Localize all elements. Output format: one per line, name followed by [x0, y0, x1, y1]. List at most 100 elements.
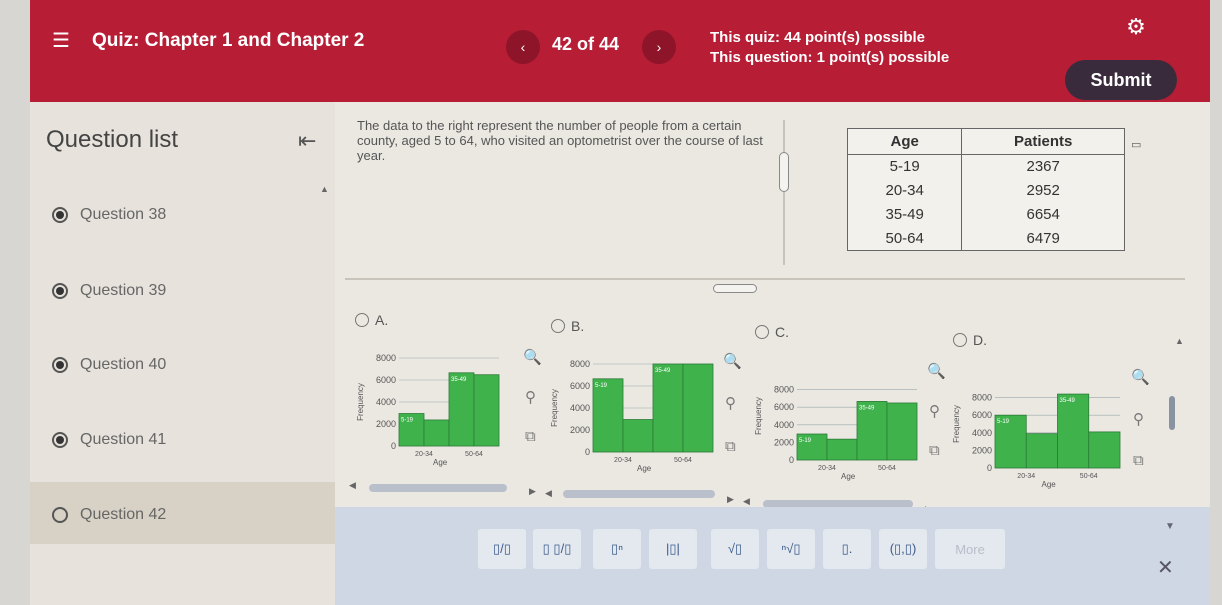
- zoom-in-icon[interactable]: 🔍: [723, 352, 742, 370]
- popout-icon[interactable]: ⧉: [725, 438, 736, 455]
- sidebar-item-question-42[interactable]: Question 42: [52, 500, 166, 530]
- question-list-sidebar: Question list ⇤ ▲ Question 38 Question 3…: [30, 102, 335, 605]
- y-tick-label: 2000: [376, 419, 396, 429]
- popout-icon[interactable]: ⧉: [929, 442, 940, 459]
- y-axis-label: Frequency: [550, 389, 559, 427]
- popout-icon[interactable]: ⧉: [1133, 452, 1144, 469]
- exponent-button[interactable]: ▯ⁿ: [593, 529, 641, 569]
- math-input-toolbar: ▼ ▯/▯ ▯ ▯/▯ ▯ⁿ |▯| √▯ ⁿ√▯ ▯. (▯,▯) More …: [335, 507, 1210, 605]
- question-panel: The data to the right represent the numb…: [335, 102, 1210, 605]
- bar: [826, 438, 858, 461]
- close-icon[interactable]: ✕: [1157, 555, 1174, 580]
- scroll-down-icon[interactable]: ▼: [1165, 521, 1175, 532]
- option-radio[interactable]: [355, 313, 369, 327]
- x-tick-label: 20-34: [818, 465, 836, 472]
- sidebar-item-label: Question 42: [80, 506, 167, 523]
- option-a-scrollbar[interactable]: [369, 484, 507, 492]
- x-tick-label: 20-34: [415, 451, 433, 458]
- y-tick-label: 6000: [774, 402, 794, 412]
- bar-label: 5-19: [401, 418, 414, 424]
- scroll-right-icon[interactable]: ▶: [727, 494, 734, 505]
- x-tick-label: 50-64: [465, 451, 483, 458]
- scroll-left-icon[interactable]: ◀: [349, 480, 356, 491]
- question-text: The data to the right represent the numb…: [357, 118, 763, 163]
- bar: [886, 402, 918, 461]
- scroll-left-icon[interactable]: ◀: [743, 496, 750, 507]
- question-pager: 42 of 44: [552, 34, 620, 54]
- options-scroll-up-icon[interactable]: ▲: [1175, 336, 1184, 346]
- table-cell: 2952: [961, 178, 1125, 203]
- more-content-handle[interactable]: [713, 284, 757, 293]
- absolute-value-button[interactable]: |▯|: [649, 529, 697, 569]
- submit-button[interactable]: Submit: [1065, 60, 1177, 100]
- y-tick-label: 0: [585, 447, 590, 457]
- decimal-button[interactable]: ▯.: [823, 529, 871, 569]
- option-b-scrollbar[interactable]: [563, 490, 715, 498]
- option-b[interactable]: B.: [551, 318, 584, 334]
- y-tick-label: 8000: [570, 359, 590, 369]
- fraction-button[interactable]: ▯/▯: [478, 529, 526, 569]
- sidebar-item-question-38[interactable]: Question 38: [52, 200, 166, 230]
- option-b-histogram: 8000 6000 4000 2000 0 5-19 35-49 20-34 50-64 Age F…: [550, 359, 714, 473]
- bar-label: 5-19: [799, 438, 812, 444]
- option-d[interactable]: D.: [953, 332, 987, 348]
- option-radio[interactable]: [551, 319, 565, 333]
- y-tick-label: 6000: [570, 381, 590, 391]
- x-tick-label: 20-34: [614, 457, 632, 464]
- popout-icon[interactable]: ⧉: [525, 428, 536, 445]
- y-axis-label: Frequency: [952, 405, 961, 443]
- y-tick-label: 8000: [376, 353, 396, 363]
- option-radio[interactable]: [953, 333, 967, 347]
- sidebar-item-question-40[interactable]: Question 40: [52, 350, 166, 380]
- next-question-button[interactable]: ›: [642, 30, 676, 64]
- hamburger-icon[interactable]: ☰: [52, 28, 70, 53]
- sidebar-item-question-39[interactable]: Question 39: [52, 276, 166, 306]
- column-header: Age: [846, 128, 963, 155]
- collapse-left-icon[interactable]: ⇤: [298, 128, 316, 154]
- gear-icon[interactable]: ⚙: [1122, 14, 1150, 42]
- x-axis-label: Age: [841, 472, 856, 481]
- sidebar-scroll-up-icon[interactable]: ▲: [320, 184, 329, 194]
- option-c[interactable]: C.: [755, 324, 789, 340]
- option-a[interactable]: A.: [355, 312, 388, 328]
- pane-resize-handle[interactable]: [779, 152, 789, 192]
- sidebar-item-question-41[interactable]: Question 41: [52, 425, 166, 455]
- bar-label: 5-19: [595, 383, 608, 389]
- more-button[interactable]: More: [935, 529, 1005, 569]
- previous-question-button[interactable]: ‹: [506, 30, 540, 64]
- table-cell: 5-19: [846, 154, 963, 179]
- scroll-right-icon[interactable]: ▶: [529, 486, 536, 497]
- table-cell: 2367: [961, 154, 1125, 179]
- bar: [448, 372, 475, 447]
- y-tick-label: 2000: [972, 445, 992, 455]
- mixed-number-button[interactable]: ▯ ▯/▯: [533, 529, 581, 569]
- zoom-out-icon[interactable]: ⚲: [929, 402, 940, 420]
- y-tick-label: 0: [987, 463, 992, 473]
- zoom-out-icon[interactable]: ⚲: [725, 394, 736, 412]
- quiz-header: ☰ Quiz: Chapter 1 and Chapter 2 ‹ 42 of …: [30, 0, 1210, 102]
- x-axis-label: Age: [637, 464, 652, 473]
- answered-indicator-icon: [52, 283, 68, 299]
- option-radio[interactable]: [755, 325, 769, 339]
- expand-table-icon[interactable]: ▭: [1131, 138, 1141, 151]
- option-a-histogram: 8000 6000 4000 2000 0 5-19 35-49 20-34 50-64 Age F…: [356, 353, 500, 467]
- quiz-title: Quiz: Chapter 1 and Chapter 2: [92, 30, 365, 51]
- ordered-pair-button[interactable]: (▯,▯): [879, 529, 927, 569]
- nth-root-button[interactable]: ⁿ√▯: [767, 529, 815, 569]
- option-label: C.: [775, 324, 789, 340]
- zoom-in-icon[interactable]: 🔍: [927, 362, 946, 380]
- square-root-button[interactable]: √▯: [711, 529, 759, 569]
- zoom-in-icon[interactable]: 🔍: [523, 348, 542, 366]
- zoom-out-icon[interactable]: ⚲: [525, 388, 536, 406]
- bar-label: 35-49: [451, 377, 467, 383]
- bar: [1025, 433, 1058, 469]
- options-scrollbar[interactable]: [1169, 396, 1175, 430]
- zoom-out-icon[interactable]: ⚲: [1133, 410, 1144, 428]
- zoom-in-icon[interactable]: 🔍: [1131, 368, 1150, 386]
- table-cell: 50-64: [846, 226, 963, 251]
- bar: [682, 363, 714, 453]
- scroll-left-icon[interactable]: ◀: [545, 488, 552, 499]
- y-tick-label: 8000: [972, 393, 992, 403]
- y-axis-label: Frequency: [356, 383, 365, 421]
- question-points: This question: 1 point(s) possible: [710, 49, 950, 66]
